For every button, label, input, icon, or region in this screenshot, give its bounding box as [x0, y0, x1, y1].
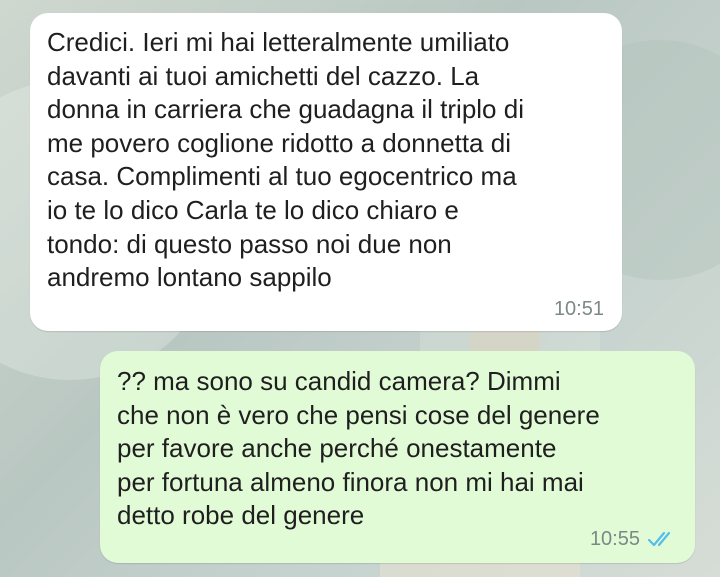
incoming-message-text: Credici. Ieri mi hai letteralmente umili…	[47, 27, 524, 293]
outgoing-message-text: ?? ma sono su candid camera? Dimmi che n…	[117, 366, 600, 531]
outgoing-message-bubble[interactable]: ?? ma sono su candid camera? Dimmi che n…	[100, 351, 695, 563]
double-check-icon	[647, 531, 671, 547]
incoming-message-bubble[interactable]: Credici. Ieri mi hai letteralmente umili…	[30, 13, 622, 331]
incoming-message-time: 10:51	[553, 298, 604, 320]
outgoing-message-time: 10:55	[589, 528, 640, 550]
